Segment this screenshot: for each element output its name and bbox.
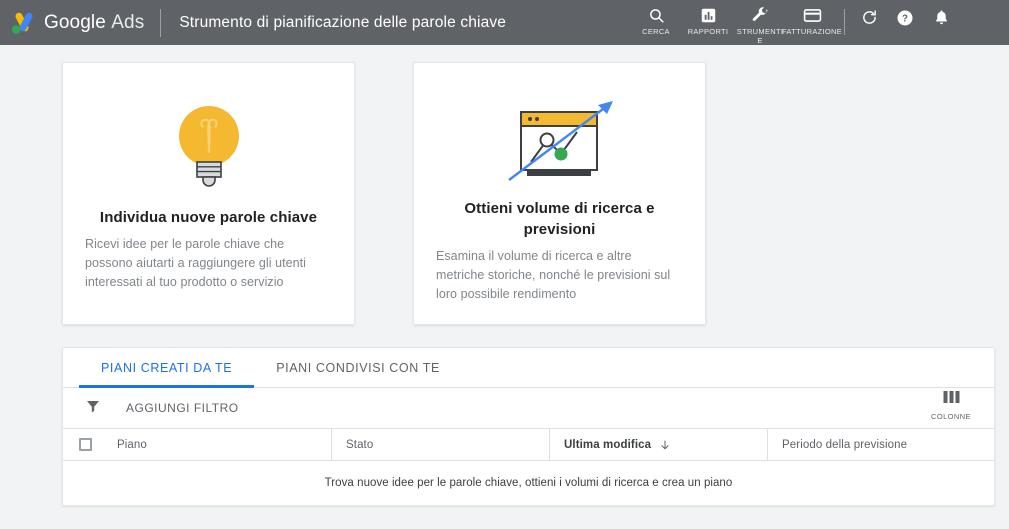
column-header-forecast-period[interactable]: Periodo della previsione (767, 428, 994, 461)
toolbar-label-reports: RAPPORTI (687, 27, 729, 36)
column-header-plan[interactable]: Piano (103, 429, 331, 461)
search-icon (648, 5, 665, 25)
empty-state-message: Trova nuove idee per le parole chiave, o… (324, 477, 733, 489)
column-header-last-modified[interactable]: Ultima modifica (549, 428, 767, 461)
toolbar-divider (844, 9, 845, 35)
card-description: Ricevi idee per le parole chiave che pos… (85, 237, 306, 289)
columns-icon (943, 390, 960, 410)
sort-descending-arrow-icon (659, 439, 671, 451)
google-ads-logo (11, 12, 33, 34)
app-header: Google Ads Strumento di pianificazione d… (0, 0, 1009, 45)
filter-funnel-icon[interactable] (85, 398, 101, 419)
card-description: Esamina il volume di ricerca e altre met… (436, 249, 671, 301)
card-art-forecast (436, 83, 683, 196)
notifications-button[interactable] (923, 0, 959, 45)
tab-plans-created-by-you[interactable]: Piani creati da te (79, 348, 255, 388)
bell-icon (933, 9, 950, 31)
toolbar-label-search: CERCA (642, 27, 670, 36)
credit-card-billing-icon (803, 5, 822, 25)
brand-logo-group[interactable]: Google Ads (0, 0, 144, 45)
card-discover-new-keywords[interactable]: Individua nuove parole chiave Ricevi ide… (62, 62, 355, 325)
search-volume-forecast-icon (507, 100, 613, 181)
toolbar-item-reports[interactable]: RAPPORTI (682, 0, 734, 36)
brand-primary: Google (44, 11, 106, 33)
toolbar-label-billing: FATTURAZIONE (781, 27, 843, 36)
toolbar-item-tools-settings[interactable]: STRUMENTI E IMPOSTAZIONI (734, 0, 786, 45)
select-all-checkbox[interactable] (79, 438, 92, 451)
toolbar-label-tools-settings: STRUMENTI E IMPOSTAZIONI (736, 27, 784, 45)
brand-text: Google Ads (44, 12, 144, 34)
page-title: Strumento di pianificazione delle parole… (179, 13, 507, 31)
svg-text:?: ? (902, 13, 908, 24)
columns-label: Colonne (931, 412, 971, 421)
header-divider (160, 8, 162, 37)
toolbar-item-billing[interactable]: FATTURAZIONE (782, 0, 842, 36)
refresh-button[interactable] (851, 0, 887, 45)
lightbulb-icon (178, 106, 239, 187)
help-button[interactable]: ? (887, 0, 923, 45)
column-header-last-modified-label: Ultima modifica (564, 438, 652, 451)
filter-bar: Aggiungi filtro Colonne (63, 388, 994, 429)
card-title: Ottieni volume di ricerca e previsioni (464, 200, 655, 238)
reports-bar-chart-icon (700, 5, 717, 25)
toolbar-item-search[interactable]: CERCA (630, 0, 682, 36)
card-art-lightbulb (85, 83, 332, 205)
columns-button[interactable]: Colonne (924, 390, 978, 421)
card-search-volume-forecasts[interactable]: Ottieni volume di ricerca e previsioni E… (413, 62, 706, 325)
plans-table-header: Piano Stato Ultima modifica Periodo dell… (63, 428, 994, 461)
feature-cards-row: Individua nuove parole chiave Ricevi ide… (0, 45, 1009, 325)
empty-state-row: Trova nuove idee per le parole chiave, o… (63, 461, 994, 505)
column-header-status[interactable]: Stato (331, 428, 549, 461)
header-toolbar: CERCA RAPPORTI STRUMENTI E IMPOSTAZIONI (630, 0, 959, 45)
card-title: Individua nuove parole chiave (99, 209, 318, 226)
help-circle-icon: ? (896, 9, 914, 32)
tab-plans-shared-with-you[interactable]: Piani condivisi con te (254, 348, 462, 388)
plans-tabs: Piani creati da te Piani condivisi con t… (63, 348, 994, 388)
refresh-icon (861, 9, 878, 31)
wrench-tools-icon (751, 5, 769, 25)
brand-secondary: Ads (111, 11, 145, 33)
main-content: Individua nuove parole chiave Ricevi ide… (0, 45, 1009, 529)
select-all-cell (63, 429, 103, 461)
add-filter-button[interactable]: Aggiungi filtro (126, 401, 239, 415)
plans-panel: Piani creati da te Piani condivisi con t… (62, 347, 995, 506)
